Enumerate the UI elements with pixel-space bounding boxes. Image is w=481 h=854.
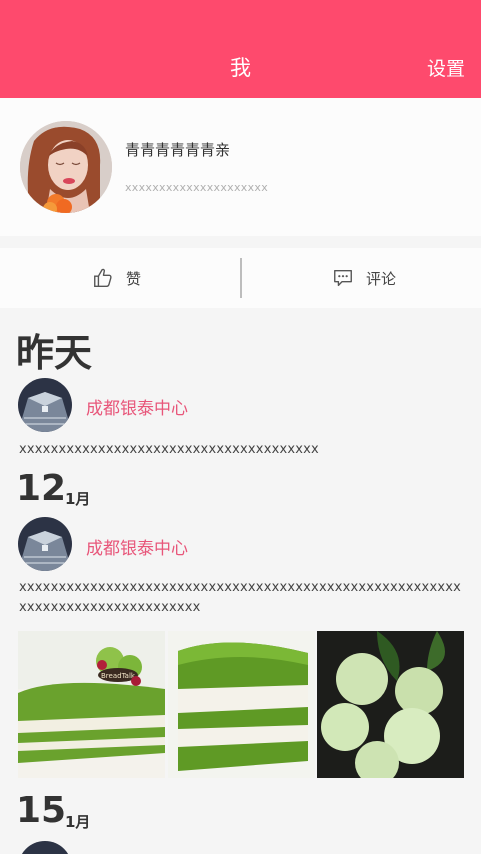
location-avatar[interactable] [18,378,72,432]
building-photo-icon [18,378,72,432]
post-text: xxxxxxxxxxxxxxxxxxxxxxxxxxxxxxxxxxxxxx [19,442,319,457]
day-heading: 昨天 [16,331,93,375]
comment-label: 评论 [366,269,397,288]
location-avatar[interactable] [18,841,72,854]
avatar[interactable] [20,121,112,213]
coconut-mochi-photo[interactable] [317,631,464,778]
matcha-layer-cake-photo[interactable] [168,631,315,778]
comment-button[interactable]: 评论 [332,248,396,308]
building-photo-icon [18,841,72,854]
post-text: xxxxxxxxxxxxxxxxxxxxxxxxxxxxxxxxxxxxxxxx… [19,580,462,615]
date-day: 12 [16,468,67,509]
action-divider [240,258,242,298]
settings-button[interactable]: 设置 [427,54,465,81]
location-link[interactable]: 成都银泰中心 [86,534,188,559]
avatar-portrait-image [20,121,112,213]
profile-name: 青青青青青青亲 [125,141,231,159]
page-title: 我 [230,56,251,80]
coconut-mochi-image [317,631,464,778]
matcha-cake-photo[interactable]: BreadTalk [18,631,165,778]
building-photo-icon [18,517,72,571]
cake-brand-label: BreadTalk [101,672,136,680]
profile-card: 青青青青青青亲 xxxxxxxxxxxxxxxxxxxxx [0,98,481,236]
date-day: 15 [16,790,67,831]
action-bar: 赞 评论 [0,248,481,308]
like-button[interactable]: 赞 [92,248,141,308]
date-month: 1月 [65,813,91,831]
location-avatar[interactable] [18,517,72,571]
matcha-layer-cake-image [168,631,315,778]
app-header: 我 设置 [0,0,481,98]
matcha-cake-image: BreadTalk [18,631,165,778]
timeline-feed[interactable]: 昨天 成都银泰中心 xxxxxxxxxxxxxxxxxxxxxxxxxxxxxx… [0,308,481,854]
thumbs-up-icon [94,268,112,287]
location-link[interactable]: 成都银泰中心 [86,394,188,419]
profile-subtitle: xxxxxxxxxxxxxxxxxxxxx [125,181,269,194]
like-label: 赞 [126,269,142,288]
date-month: 1月 [65,490,91,508]
comment-icon [334,269,352,287]
